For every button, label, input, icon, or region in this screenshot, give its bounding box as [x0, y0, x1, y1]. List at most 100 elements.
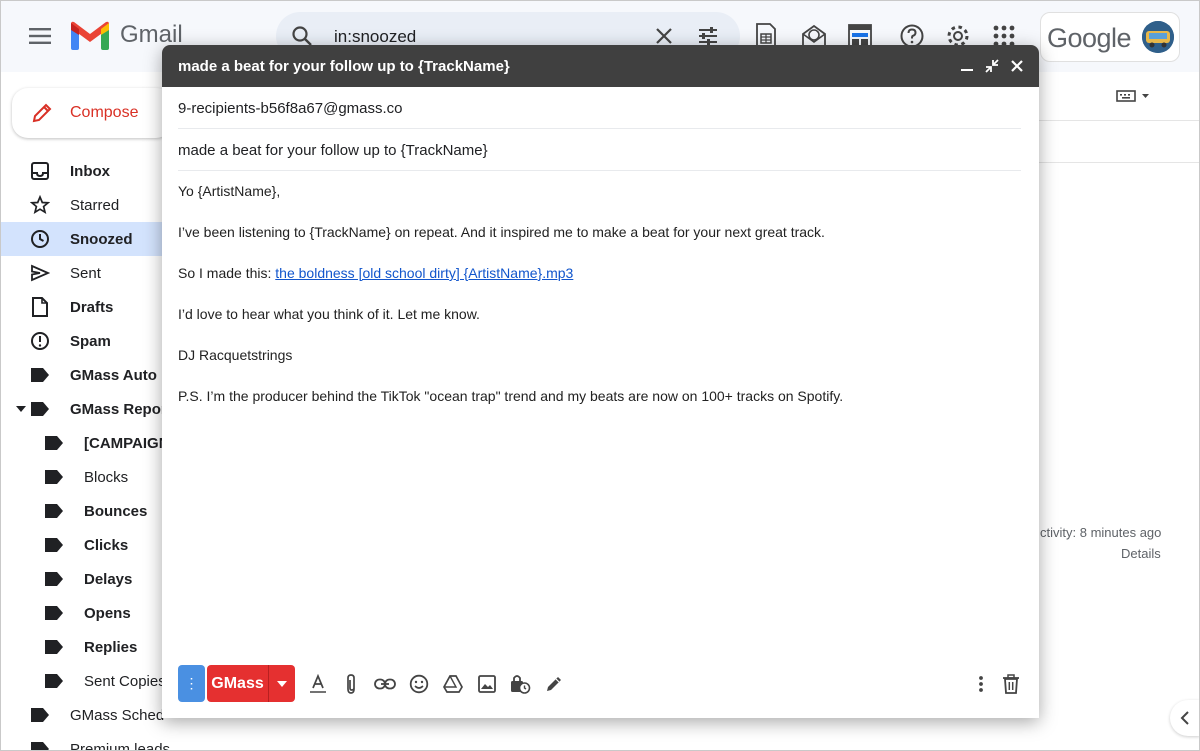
main-menu-icon[interactable] — [26, 22, 54, 50]
body-ps: P.S. I’m the producer behind the TikTok … — [178, 388, 844, 404]
compose-label: Compose — [70, 104, 139, 121]
input-tools-keyboard-icon[interactable] — [1116, 88, 1156, 104]
google-drive-icon[interactable] — [442, 673, 464, 695]
compose-toolbar: ⋮ GMass — [162, 665, 1039, 705]
label-tag-icon — [44, 637, 64, 657]
subject-field[interactable]: made a beat for your follow up to {Track… — [178, 129, 1021, 171]
expand-caret-icon[interactable] — [16, 404, 26, 414]
mp3-link[interactable]: the boldness [old school dirty] {ArtistN… — [275, 265, 573, 281]
body-line-2: So I made this: the boldness [old school… — [178, 265, 573, 281]
label-tag-icon — [30, 739, 50, 751]
body-line-3: I’d love to hear what you think of it. L… — [178, 306, 480, 322]
close-icon[interactable] — [1008, 57, 1026, 75]
sidebar-item-label: Replies — [84, 638, 138, 656]
google-wordmark: Google — [1047, 23, 1132, 53]
clock-icon — [30, 229, 50, 249]
label-tag-icon — [30, 365, 50, 385]
body-line-1: I’ve been listening to {TrackName} on re… — [178, 224, 825, 240]
pencil-icon — [32, 103, 52, 123]
compose-header[interactable]: made a beat for your follow up to {Track… — [162, 45, 1039, 87]
sidebar-item-sent[interactable]: Sent — [0, 256, 180, 290]
sidebar-item-clicks[interactable]: Clicks — [0, 528, 180, 562]
sidebar-item-label: Drafts — [70, 298, 114, 316]
sidebar-item-premium-leads[interactable]: Premium leads — [0, 732, 180, 751]
divider — [1030, 120, 1200, 121]
sidebar-item-inbox[interactable]: Inbox — [0, 154, 180, 188]
sidebar-item-sent-copies[interactable]: Sent Copies — [0, 664, 180, 698]
sidebar-item-label: Spam — [70, 332, 111, 350]
gmass-send-button[interactable]: GMass — [207, 665, 295, 702]
sidebar-item-label: Clicks — [84, 536, 129, 554]
text-formatting-icon[interactable] — [307, 673, 329, 695]
google-account-switcher[interactable]: Google — [1040, 12, 1180, 62]
label-tag-icon — [44, 671, 64, 691]
emoji-icon[interactable] — [408, 673, 430, 695]
sidebar-item-gmass-auto[interactable]: GMass Auto F — [0, 358, 180, 392]
sidebar-item-drafts[interactable]: Drafts — [0, 290, 180, 324]
sidebar-nav: Inbox Starred Snoozed Sent Drafts Spam G… — [0, 154, 180, 751]
sidebar-item-snoozed[interactable]: Snoozed — [0, 222, 180, 256]
sidebar-item-label: Inbox — [70, 162, 110, 180]
discard-draft-trash-icon[interactable] — [1000, 673, 1022, 695]
avatar[interactable] — [1142, 21, 1174, 53]
minimize-icon[interactable] — [958, 57, 976, 75]
sidebar-item-label: Blocks — [84, 468, 129, 486]
sidebar-item-starred[interactable]: Starred — [0, 188, 180, 222]
subject-value: made a beat for your follow up to {Track… — [178, 142, 488, 159]
exit-fullscreen-icon[interactable] — [983, 57, 1001, 75]
body-signature: DJ Racquetstrings — [178, 347, 293, 363]
sidebar-item-label: Starred — [70, 196, 120, 214]
label-tag-icon — [44, 535, 64, 555]
sidebar-item-label: GMass Auto F — [70, 366, 171, 384]
sidebar-item-label: Sent — [70, 264, 101, 282]
divider — [1030, 162, 1200, 163]
compose-window: made a beat for your follow up to {Track… — [162, 45, 1039, 718]
recipients-value: 9-recipients-b56f8a67@gmass.co — [178, 100, 403, 117]
insert-photo-icon[interactable] — [476, 673, 498, 695]
sidebar-item-label: Bounces — [84, 502, 148, 520]
spam-warning-icon — [30, 331, 50, 351]
label-tag-icon — [44, 603, 64, 623]
sidebar-item-delays[interactable]: Delays — [0, 562, 180, 596]
gmass-dropdown-icon[interactable] — [269, 665, 295, 702]
label-tag-icon — [30, 705, 50, 725]
sidebar-item-label: Opens — [84, 604, 131, 622]
label-tag-icon — [44, 569, 64, 589]
sidebar-item-gmass-scheduled[interactable]: GMass Sched — [0, 698, 180, 732]
gmail-m-icon — [71, 21, 109, 50]
sidebar-item-campaign[interactable]: [CAMPAIGN — [0, 426, 180, 460]
sidebar-item-label: Sent Copies — [84, 672, 166, 690]
label-tag-icon — [44, 501, 64, 521]
gmass-button-label[interactable]: GMass — [207, 665, 269, 702]
sidebar-item-label: Snoozed — [70, 230, 133, 248]
star-icon — [30, 195, 50, 215]
sidebar-item-label: Premium leads — [70, 740, 171, 751]
gmass-settings-button[interactable]: ⋮ — [178, 665, 205, 702]
sidebar-item-blocks[interactable]: Blocks — [0, 460, 180, 494]
sidebar-item-replies[interactable]: Replies — [0, 630, 180, 664]
label-tag-icon — [44, 433, 64, 453]
draft-file-icon — [30, 297, 50, 317]
sidebar-item-gmass-reports[interactable]: GMass Repor — [0, 392, 180, 426]
body-greeting: Yo {ArtistName}, — [178, 183, 281, 199]
send-icon — [30, 263, 50, 283]
recipients-field[interactable]: 9-recipients-b56f8a67@gmass.co — [178, 87, 1021, 129]
sidebar-item-opens[interactable]: Opens — [0, 596, 180, 630]
sidebar-item-label: Delays — [84, 570, 133, 588]
compose-button[interactable]: Compose — [12, 88, 172, 138]
expand-side-panel-button[interactable] — [1170, 700, 1200, 736]
sidebar-item-spam[interactable]: Spam — [0, 324, 180, 358]
more-options-icon[interactable] — [970, 673, 992, 695]
sidebar-item-bounces[interactable]: Bounces — [0, 494, 180, 528]
chevron-left-icon — [1180, 711, 1189, 725]
label-tag-icon — [30, 399, 50, 419]
confidential-mode-icon[interactable] — [509, 673, 531, 695]
attach-file-icon[interactable] — [340, 673, 362, 695]
activity-details-link[interactable]: Details — [1121, 546, 1161, 561]
sidebar-item-label: GMass Repor — [70, 400, 167, 418]
last-account-activity: ctivity: 8 minutes ago — [1040, 525, 1162, 540]
insert-link-icon[interactable] — [374, 673, 396, 695]
sidebar-item-label: [CAMPAIGN — [84, 434, 170, 452]
signature-pen-icon[interactable] — [543, 673, 565, 695]
body-line-2-prefix: So I made this: — [178, 265, 276, 281]
